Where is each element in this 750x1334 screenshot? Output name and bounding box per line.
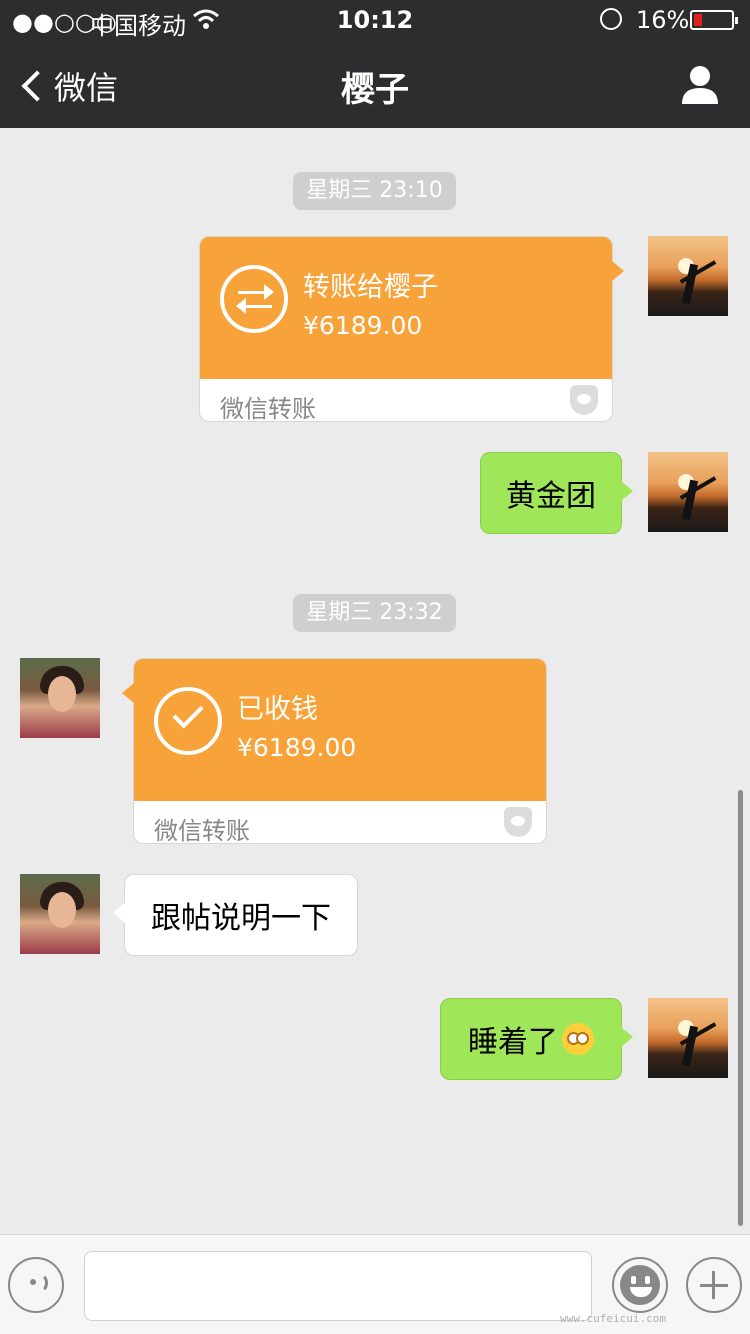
message-text: 黄金团: [506, 479, 596, 514]
smiley-icon: [620, 1265, 660, 1305]
battery-icon: [690, 10, 738, 30]
contact-avatar[interactable]: [20, 874, 100, 954]
transfer-card-sent[interactable]: 转账给樱子 ¥6189.00 微信转账: [199, 236, 624, 423]
plus-icon-vertical: [712, 1271, 715, 1299]
bubble-tail: [122, 683, 134, 703]
more-button[interactable]: [686, 1257, 742, 1313]
transfer-amount: ¥6189.00: [237, 733, 357, 762]
bubble-tail: [113, 903, 125, 923]
message-text: 跟帖说明一下: [151, 901, 331, 936]
transfer-amount: ¥6189.00: [303, 311, 423, 340]
message-input[interactable]: [84, 1251, 592, 1321]
transfer-card-received[interactable]: 已收钱 ¥6189.00 微信转账: [122, 658, 547, 845]
bubble-tail: [621, 1027, 633, 1047]
message-bubble-sent[interactable]: 黄金团: [480, 452, 633, 534]
voice-wave-icon: [30, 1273, 48, 1293]
battery-percent: 16%: [636, 6, 690, 34]
my-avatar[interactable]: [648, 236, 728, 316]
my-avatar[interactable]: [648, 452, 728, 532]
voice-button[interactable]: [8, 1257, 64, 1313]
transfer-footer: 微信转账: [220, 395, 316, 423]
transfer-title: 已收钱: [237, 694, 318, 725]
shield-icon: [570, 385, 598, 415]
rotation-lock-icon: [600, 8, 622, 30]
my-avatar[interactable]: [648, 998, 728, 1078]
timestamp-chip: 星期三 23:10: [293, 172, 456, 210]
contact-avatar[interactable]: [20, 658, 100, 738]
message-bubble-received[interactable]: 跟帖说明一下: [113, 874, 358, 956]
top-bar: ●●○○○ 中国移动 10:12 16% 微信 樱子: [0, 0, 750, 128]
transfer-footer: 微信转账: [154, 817, 250, 845]
bubble-tail: [621, 481, 633, 501]
message-text: 睡着了: [468, 1025, 558, 1060]
profile-icon[interactable]: [680, 64, 720, 104]
timestamp-chip: 星期三 23:32: [293, 594, 456, 632]
flushed-emoji-icon: [562, 1023, 594, 1055]
scrollbar[interactable]: [738, 790, 743, 1226]
transfer-title: 转账给樱子: [303, 272, 438, 303]
status-bar: ●●○○○ 中国移动 10:12 16%: [0, 0, 750, 40]
check-icon: [154, 687, 222, 755]
transfer-arrows-icon: [220, 265, 288, 333]
transfer-card-header: 转账给樱子 ¥6189.00: [200, 237, 612, 379]
message-bubble-sent[interactable]: 睡着了: [440, 998, 633, 1080]
transfer-card-header: 已收钱 ¥6189.00: [134, 659, 546, 801]
watermark: www.cufeicui.com: [560, 1312, 666, 1325]
chat-area[interactable]: 星期三 23:10 转账给樱子 ¥6189.00 微信转账 黄金团 星期三 23…: [0, 128, 750, 1234]
emoji-button[interactable]: [612, 1257, 668, 1313]
page-title: 樱子: [341, 70, 409, 110]
shield-icon: [504, 807, 532, 837]
bubble-tail: [612, 261, 624, 281]
